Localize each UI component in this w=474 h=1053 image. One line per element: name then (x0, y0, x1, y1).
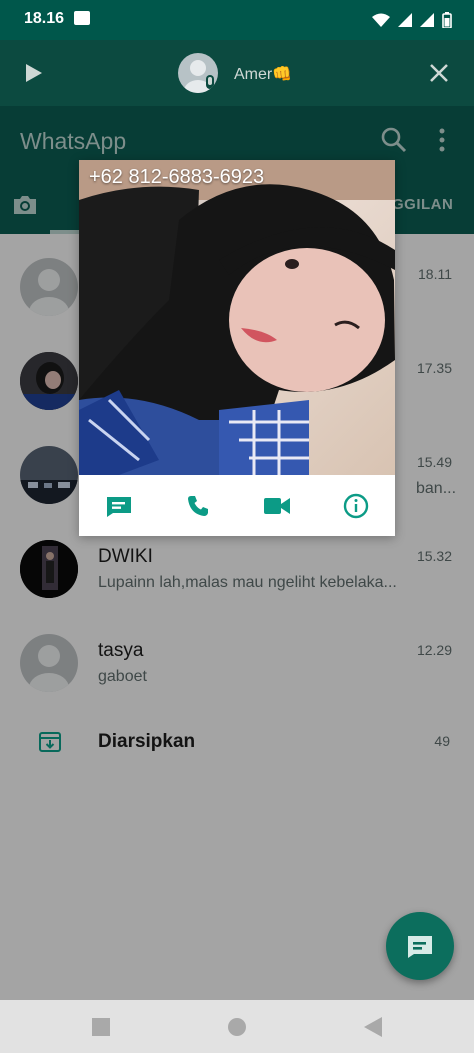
video-call-button[interactable] (257, 486, 297, 526)
message-button[interactable] (99, 486, 139, 526)
info-button[interactable] (336, 486, 376, 526)
battery-icon (442, 12, 452, 28)
status-time: 18.16 (24, 10, 65, 27)
notification-icon (74, 11, 90, 25)
info-icon (343, 493, 368, 518)
close-icon[interactable] (428, 62, 450, 84)
signal-icon (420, 13, 434, 27)
home-icon[interactable] (228, 1018, 246, 1036)
profile-photo[interactable]: +62 812-6883-6923 (79, 160, 395, 475)
recents-icon[interactable] (92, 1018, 110, 1036)
message-icon (408, 936, 432, 958)
phone-icon (187, 495, 208, 516)
profile-actions (79, 475, 395, 536)
voice-avatar (178, 53, 218, 93)
back-icon[interactable] (364, 1017, 382, 1037)
profile-popup: +62 812-6883-6923 (79, 160, 395, 536)
status-bar: 18.16 (0, 0, 474, 40)
play-icon[interactable] (22, 62, 44, 84)
call-button[interactable] (178, 486, 218, 526)
video-icon (263, 497, 290, 514)
message-icon (106, 496, 131, 517)
navigation-bar (0, 1000, 474, 1053)
status-icons (372, 12, 452, 28)
voice-message-bar: Amer👊 (0, 40, 474, 106)
voice-contact-name: Amer👊 (234, 66, 293, 83)
profile-phone-number: +62 812-6883-6923 (89, 166, 265, 188)
signal-icon (398, 13, 412, 27)
wifi-icon (372, 13, 390, 27)
new-chat-button[interactable] (386, 912, 454, 980)
